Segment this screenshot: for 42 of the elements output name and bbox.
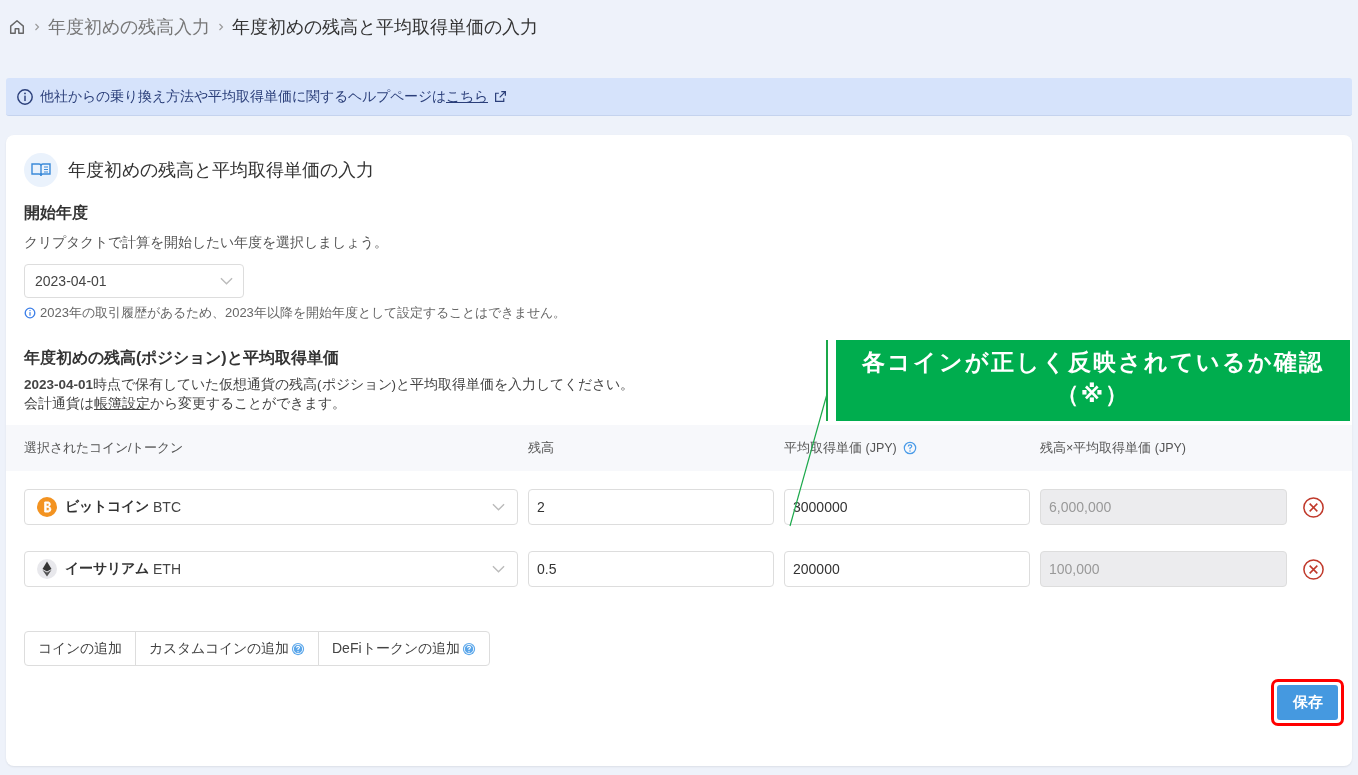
balance-input[interactable]: 2 (528, 489, 774, 525)
section-description: クリプタクトで計算を開始したい年度を選択しましょう。 (24, 234, 389, 252)
chevron-right-icon (34, 23, 40, 31)
section-heading: 年度初めの残高(ポジション)と平均取得単価 (24, 348, 339, 368)
info-icon (16, 87, 34, 106)
chevron-down-icon (492, 503, 505, 511)
chevron-down-icon (492, 565, 505, 573)
info-icon (24, 307, 36, 319)
annotation-callout: 各コインが正しく反映されているか確認（※） (836, 340, 1350, 421)
column-header: 残高×平均取得単価 (JPY) (1040, 439, 1187, 457)
remove-icon[interactable] (1302, 557, 1325, 581)
section-description: 2023-04-01時点で保有していた仮想通貨の残高(ポジション)と平均取得単価を入力してください。 (24, 376, 635, 394)
add-button[interactable]: カスタムコインの追加 (135, 631, 319, 666)
help-link[interactable]: こちら (446, 87, 488, 104)
home-icon[interactable] (8, 18, 26, 36)
external-link-icon[interactable] (494, 90, 507, 103)
section-heading: 開始年度 (24, 203, 88, 223)
ethereum-icon (37, 559, 57, 579)
ledger-settings-link[interactable]: 帳簿設定 (94, 396, 150, 411)
year-select[interactable]: 2023-04-01 (24, 264, 244, 298)
coin-select[interactable]: イーサリアム ETH (24, 551, 518, 587)
column-header: 選択されたコイン/トークン (24, 439, 184, 457)
add-button[interactable]: DeFiトークンの追加 (318, 631, 490, 666)
column-header: 残高 (528, 439, 554, 457)
help-message: 他社からの乗り換え方法や平均取得単価に関するヘルプページは こちら (40, 87, 488, 106)
remove-icon[interactable] (1302, 495, 1325, 519)
help-icon[interactable] (902, 441, 917, 455)
help-icon[interactable] (461, 641, 476, 656)
add-button[interactable]: コインの追加 (24, 631, 136, 666)
breadcrumb-item: 年度初めの残高と平均取得単価の入力 (232, 16, 538, 39)
breadcrumb-item[interactable]: 年度初めの残高入力 (48, 15, 210, 39)
currency-note: 会計通貨は帳簿設定から変更することができます。 (24, 395, 346, 413)
balance-input[interactable]: 0.5 (528, 551, 774, 587)
card-title: 年度初めの残高と平均取得単価の入力 (68, 159, 374, 182)
price-input[interactable]: 200000 (784, 551, 1030, 587)
note-text: 2023年の取引履歴があるため、2023年以降を開始年度として設定することはできません。 (40, 304, 566, 322)
coin-select[interactable]: ビットコイン BTC (24, 489, 518, 525)
chevron-down-icon (220, 277, 233, 285)
help-icon[interactable] (291, 641, 305, 656)
chevron-right-icon (218, 23, 224, 31)
bitcoin-icon (37, 497, 57, 517)
book-icon (24, 153, 58, 187)
